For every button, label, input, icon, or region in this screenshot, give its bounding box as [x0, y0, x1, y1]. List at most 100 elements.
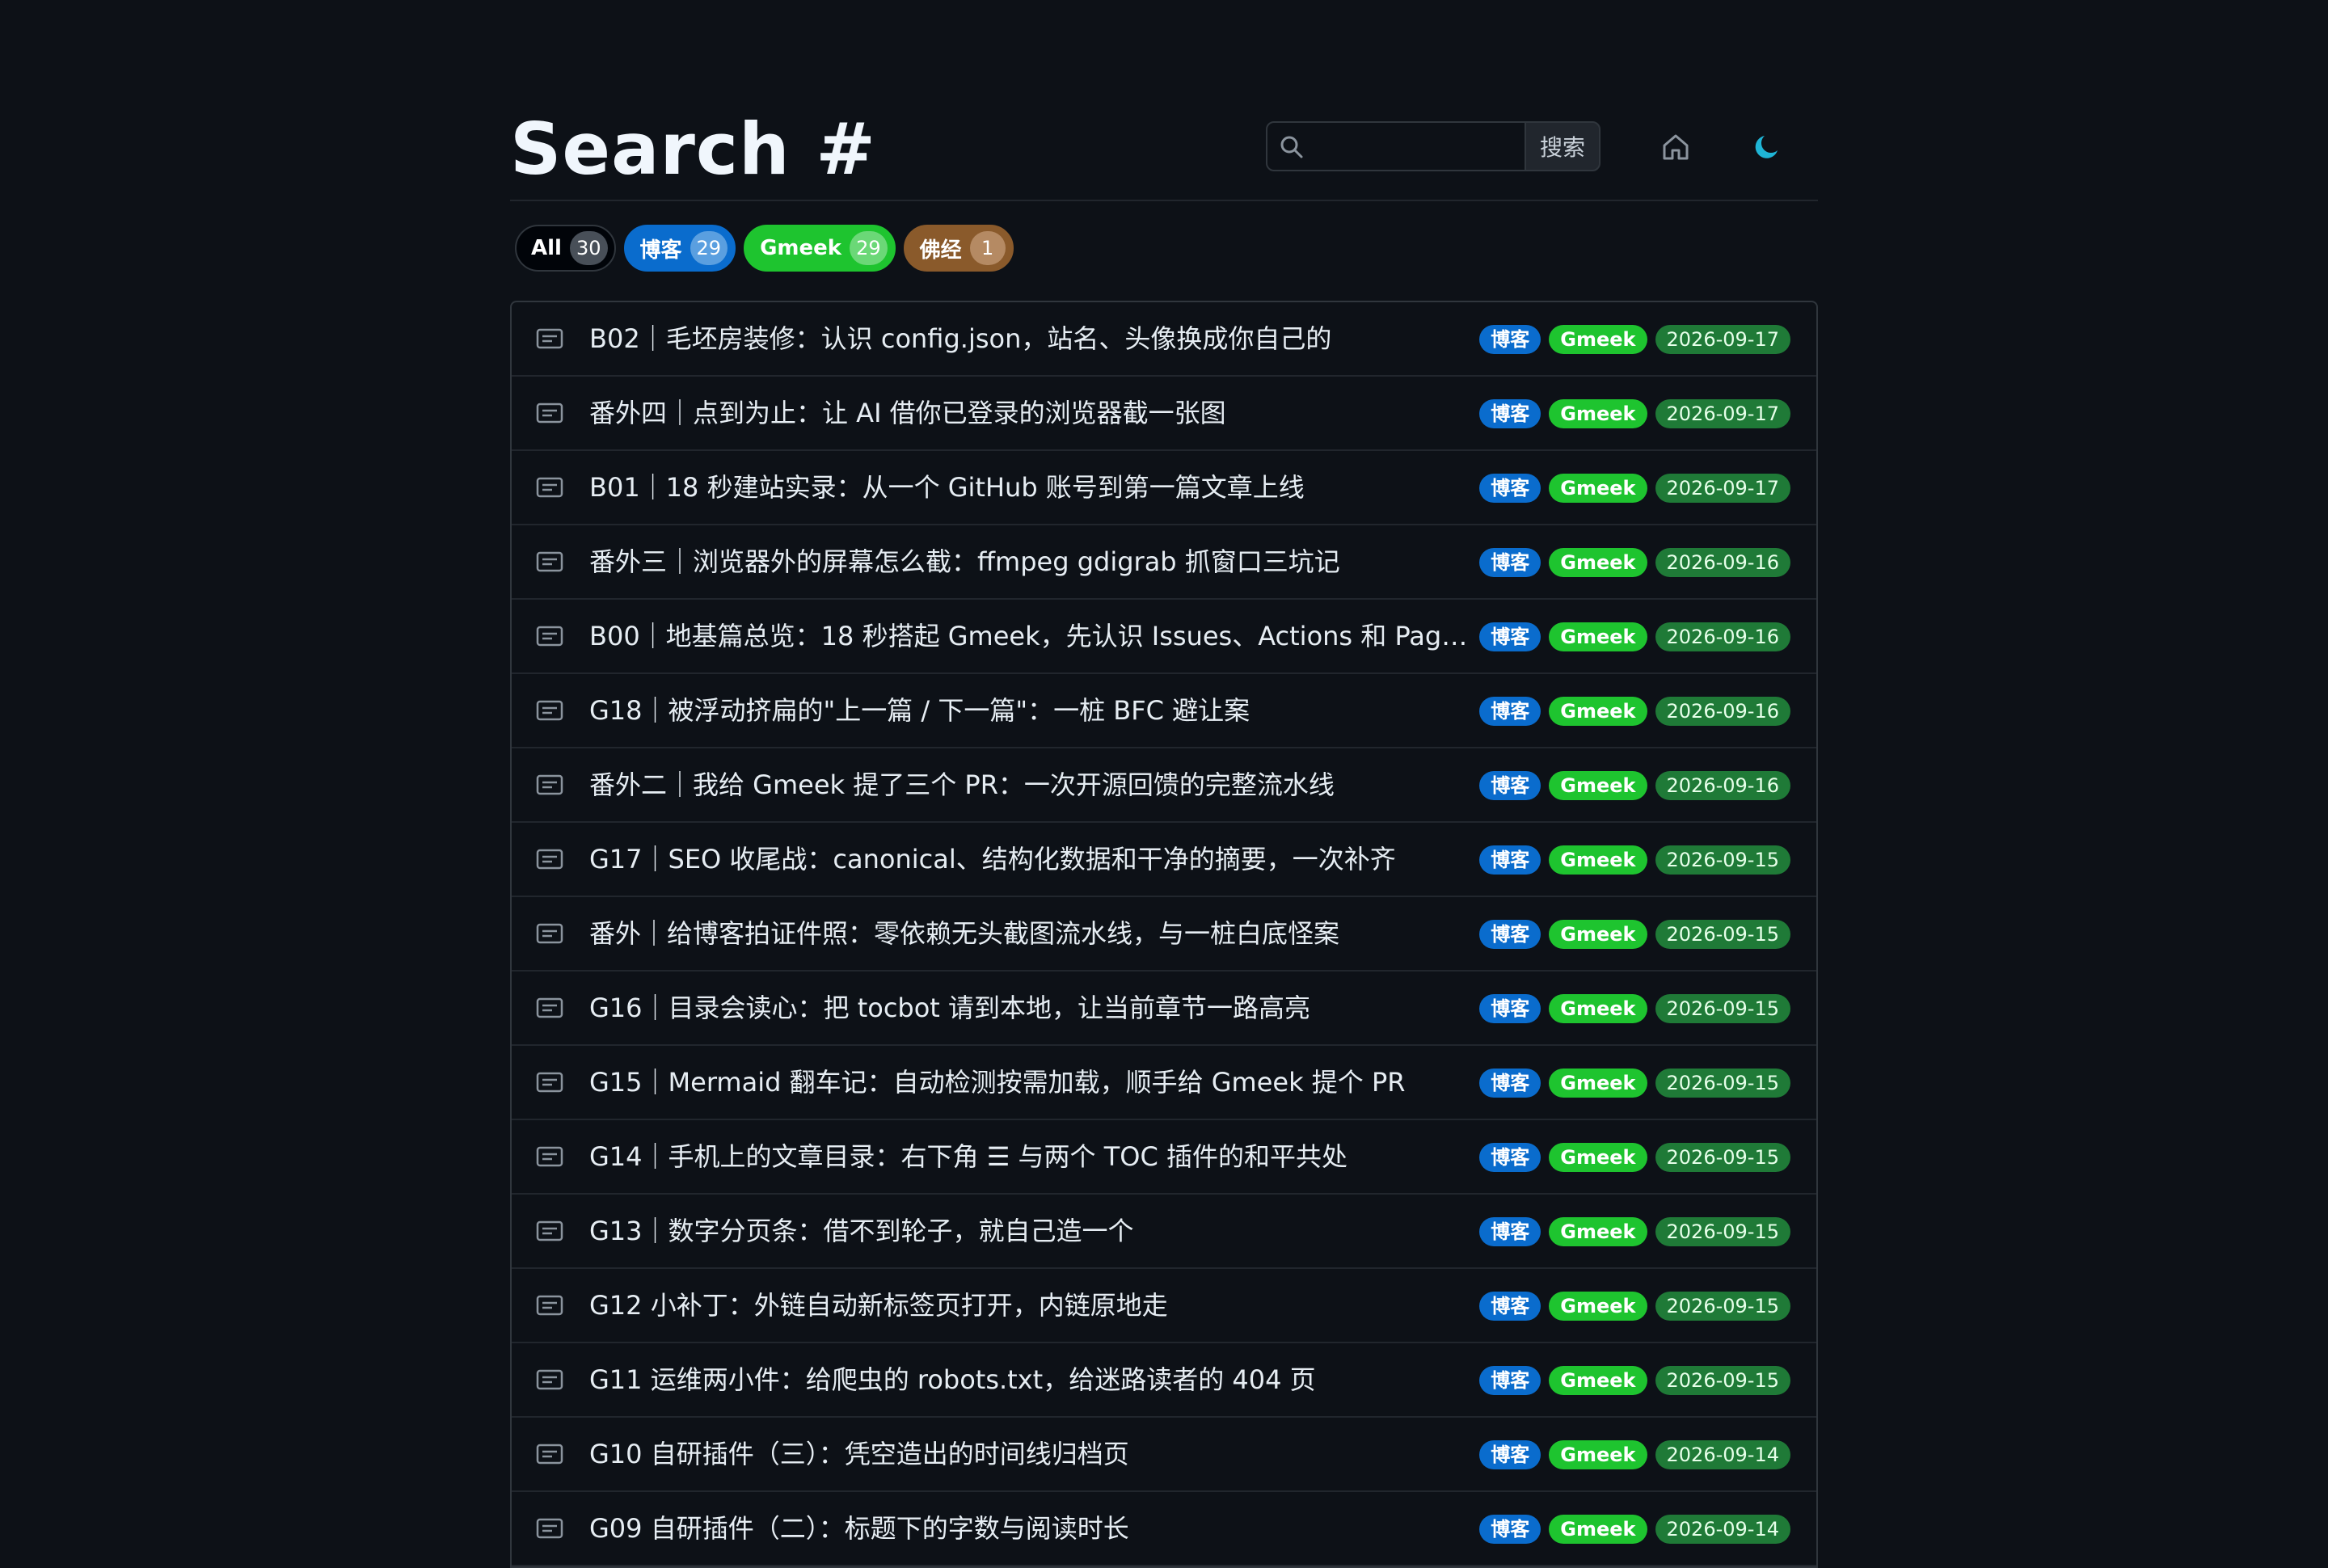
post-row[interactable]: G09 自研插件（二）：标题下的字数与阅读时长 博客 Gmeek 2026-09-14	[512, 1492, 1816, 1566]
post-title-link[interactable]: B02｜毛坯房装修：认识 config.json，站名、头像换成你自己的	[589, 320, 1478, 357]
tag-gmeek[interactable]: Gmeek	[1549, 1217, 1647, 1246]
post-row[interactable]: G17｜SEO 收尾战：canonical、结构化数据和干净的摘要，一次补齐 博客…	[512, 823, 1816, 897]
post-row[interactable]: G15｜Mermaid 翻车记：自动检测按需加载，顺手给 Gmeek 提个 PR…	[512, 1046, 1816, 1120]
post-title-link[interactable]: 番外三｜浏览器外的屏幕怎么截：ffmpeg gdigrab 抓窗口三坑记	[589, 543, 1478, 580]
post-row[interactable]: 番外四｜点到为止：让 AI 借你已登录的浏览器截一张图 博客 Gmeek 2026-0…	[512, 377, 1816, 451]
tag-gmeek[interactable]: Gmeek	[1549, 697, 1647, 726]
post-icon	[536, 774, 563, 795]
post-title-link[interactable]: 番外二｜我给 Gmeek 提了三个 PR：一次开源回馈的完整流水线	[589, 766, 1478, 803]
tag-blog[interactable]: 博客	[1479, 920, 1541, 949]
post-icon	[536, 477, 563, 498]
tag-gmeek[interactable]: Gmeek	[1549, 771, 1647, 800]
tag-blog[interactable]: 博客	[1479, 325, 1541, 354]
tag-gmeek[interactable]: Gmeek	[1549, 1143, 1647, 1172]
tag-blog[interactable]: 博客	[1479, 474, 1541, 503]
post-row[interactable]: G11 运维两小件：给爬虫的 robots.txt，给迷路读者的 404 页博客…	[512, 1343, 1816, 1418]
post-title-link[interactable]: G16｜目录会读心：把 tocbot 请到本地，让当前章节一路高亮	[589, 989, 1478, 1026]
tag-gmeek[interactable]: Gmeek	[1549, 399, 1647, 428]
tag-blog[interactable]: 博客	[1479, 1143, 1541, 1172]
page-header: Search # 搜索	[510, 0, 1818, 201]
tag-blog[interactable]: 博客	[1479, 994, 1541, 1023]
tag-blog[interactable]: 博客	[1479, 697, 1541, 726]
post-date: 2026-09-15	[1655, 1292, 1790, 1321]
tag-blog[interactable]: 博客	[1479, 622, 1541, 651]
post-row[interactable]: G16｜目录会读心：把 tocbot 请到本地，让当前章节一路高亮 博客 Gmeek…	[512, 972, 1816, 1046]
post-title-link[interactable]: G18｜被浮动挤扁的"上一篇 / 下一篇"：一桩 BFC 避让案	[589, 692, 1478, 729]
tag-filter-count: 1	[969, 231, 1006, 265]
post-icon	[536, 1444, 563, 1465]
post-title-link[interactable]: G17｜SEO 收尾战：canonical、结构化数据和干净的摘要，一次补齐	[589, 841, 1478, 878]
post-row[interactable]: G10 自研插件（三）：凭空造出的时间线归档页 博客 Gmeek 2026-09-14	[512, 1418, 1816, 1492]
post-title-link[interactable]: G14｜手机上的文章目录：右下角 ☰ 与两个 TOC 插件的和平共处	[589, 1138, 1478, 1175]
post-title-link[interactable]: G13｜数字分页条：借不到轮子，就自己造一个	[589, 1212, 1478, 1250]
home-icon[interactable]	[1658, 129, 1693, 165]
post-row[interactable]: 番外｜给博客拍证件照：零依赖无头截图流水线，与一桩白底怪案 博客 Gmeek 2026…	[512, 897, 1816, 972]
tag-filter-label: 博客	[639, 238, 682, 263]
tag-gmeek[interactable]: Gmeek	[1549, 474, 1647, 503]
tag-gmeek[interactable]: Gmeek	[1549, 994, 1647, 1023]
tag-gmeek[interactable]: Gmeek	[1549, 622, 1647, 651]
post-date: 2026-09-15	[1655, 1366, 1790, 1395]
post-title-link[interactable]: B00｜地基篇总览：18 秒搭起 Gmeek，先认识 Issues、Action…	[589, 618, 1478, 655]
tag-gmeek[interactable]: Gmeek	[1549, 920, 1647, 949]
tag-blog[interactable]: 博客	[1479, 1366, 1541, 1395]
post-icon	[536, 1220, 563, 1241]
post-icon	[536, 328, 563, 349]
post-row[interactable]: G12 小补丁：外链自动新标签页打开，内链原地走 博客 Gmeek 2026-09-1…	[512, 1269, 1816, 1343]
post-row[interactable]: 番外三｜浏览器外的屏幕怎么截：ffmpeg gdigrab 抓窗口三坑记 博客 Gm…	[512, 525, 1816, 600]
post-tags: 博客 Gmeek 2026-09-15	[1479, 845, 1790, 875]
search-input[interactable]	[1316, 129, 1521, 165]
post-tags: 博客 Gmeek 2026-09-16	[1479, 622, 1790, 651]
tag-gmeek[interactable]: Gmeek	[1549, 1440, 1647, 1469]
tag-gmeek[interactable]: Gmeek	[1549, 325, 1647, 354]
tag-filter-2[interactable]: Gmeek 29	[744, 225, 896, 272]
tag-gmeek[interactable]: Gmeek	[1549, 845, 1647, 875]
tag-gmeek[interactable]: Gmeek	[1549, 548, 1647, 577]
post-icon	[536, 1146, 563, 1167]
post-row[interactable]: B02｜毛坯房装修：认识 config.json，站名、头像换成你自己的 博客 Gm…	[512, 302, 1816, 377]
post-tags: 博客 Gmeek 2026-09-15	[1479, 1143, 1790, 1172]
post-title-link[interactable]: 番外｜给博客拍证件照：零依赖无头截图流水线，与一桩白底怪案	[589, 915, 1478, 952]
search-button[interactable]: 搜索	[1525, 121, 1600, 171]
tag-gmeek[interactable]: Gmeek	[1549, 1292, 1647, 1321]
page-title: Search #	[510, 107, 877, 191]
search-box[interactable]	[1266, 121, 1526, 171]
post-title-link[interactable]: G15｜Mermaid 翻车记：自动检测按需加载，顺手给 Gmeek 提个 PR	[589, 1064, 1478, 1101]
tag-filter-3[interactable]: 佛经 1	[903, 225, 1014, 272]
post-tags: 博客 Gmeek 2026-09-17	[1479, 474, 1790, 503]
tag-blog[interactable]: 博客	[1479, 1292, 1541, 1321]
post-title-link[interactable]: 番外四｜点到为止：让 AI 借你已登录的浏览器截一张图	[589, 394, 1478, 432]
tag-gmeek[interactable]: Gmeek	[1549, 1515, 1647, 1544]
moon-icon[interactable]	[1748, 129, 1784, 165]
tag-blog[interactable]: 博客	[1479, 771, 1541, 800]
tag-blog[interactable]: 博客	[1479, 399, 1541, 428]
post-row[interactable]: G18｜被浮动挤扁的"上一篇 / 下一篇"：一桩 BFC 避让案 博客 Gmeek 2…	[512, 674, 1816, 748]
post-row[interactable]: G13｜数字分页条：借不到轮子，就自己造一个 博客 Gmeek 2026-09-15	[512, 1195, 1816, 1269]
post-title-link[interactable]: G10 自研插件（三）：凭空造出的时间线归档页	[589, 1435, 1478, 1473]
tag-filter-count: 29	[850, 231, 888, 265]
post-title-link[interactable]: G09 自研插件（二）：标题下的字数与阅读时长	[589, 1510, 1478, 1547]
post-date: 2026-09-15	[1655, 845, 1790, 875]
tag-filter-0[interactable]: All 30	[515, 225, 616, 272]
tag-filter-label: Gmeek	[760, 236, 842, 260]
tag-filter-1[interactable]: 博客 29	[623, 225, 736, 272]
post-tags: 博客 Gmeek 2026-09-16	[1479, 697, 1790, 726]
tag-gmeek[interactable]: Gmeek	[1549, 1069, 1647, 1098]
tag-gmeek[interactable]: Gmeek	[1549, 1366, 1647, 1395]
tag-blog[interactable]: 博客	[1479, 1440, 1541, 1469]
tag-filter-count: 29	[690, 231, 728, 265]
post-title-link[interactable]: B01｜18 秒建站实录：从一个 GitHub 账号到第一篇文章上线	[589, 469, 1478, 506]
post-date: 2026-09-15	[1655, 994, 1790, 1023]
post-date: 2026-09-16	[1655, 548, 1790, 577]
post-row[interactable]: G14｜手机上的文章目录：右下角 ☰ 与两个 TOC 插件的和平共处 博客 Gmee…	[512, 1120, 1816, 1195]
tag-blog[interactable]: 博客	[1479, 1515, 1541, 1544]
post-row[interactable]: B00｜地基篇总览：18 秒搭起 Gmeek，先认识 Issues、Action…	[512, 600, 1816, 674]
tag-blog[interactable]: 博客	[1479, 1069, 1541, 1098]
post-row[interactable]: 番外二｜我给 Gmeek 提了三个 PR：一次开源回馈的完整流水线 博客 Gmeek…	[512, 748, 1816, 823]
tag-blog[interactable]: 博客	[1479, 845, 1541, 875]
tag-blog[interactable]: 博客	[1479, 1217, 1541, 1246]
post-title-link[interactable]: G11 运维两小件：给爬虫的 robots.txt，给迷路读者的 404 页	[589, 1361, 1478, 1398]
post-row[interactable]: B01｜18 秒建站实录：从一个 GitHub 账号到第一篇文章上线 博客 Gmee…	[512, 451, 1816, 525]
post-title-link[interactable]: G12 小补丁：外链自动新标签页打开，内链原地走	[589, 1287, 1478, 1324]
tag-blog[interactable]: 博客	[1479, 548, 1541, 577]
